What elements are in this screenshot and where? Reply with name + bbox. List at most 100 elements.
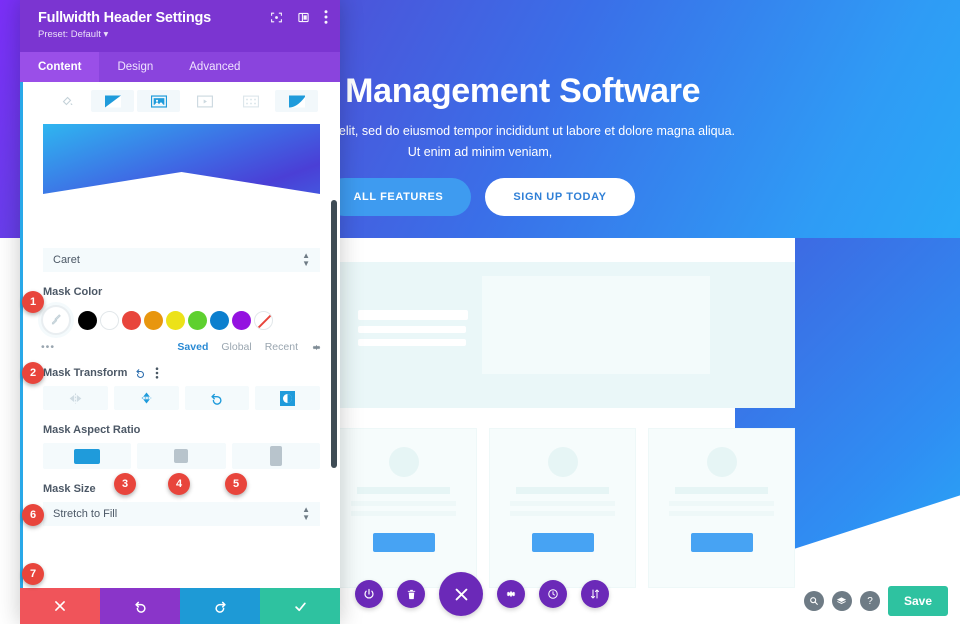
more-vertical-icon[interactable] [324,10,328,24]
mask-transform-buttons [23,386,340,410]
trash-button[interactable] [397,580,425,608]
chevron-updown-icon: ▲ ▼ [302,251,310,268]
color-tab-recent[interactable]: Recent [265,341,298,353]
close-builder-button[interactable] [439,572,483,616]
swatch-black[interactable] [78,310,97,330]
transform-more-icon[interactable] [155,367,159,379]
layers-icon[interactable] [831,591,852,611]
flip-vertical-button[interactable] [113,386,179,410]
modal-scrollbar[interactable] [331,200,337,468]
color-settings-gear-icon[interactable] [311,342,322,353]
content-section [330,238,795,408]
mask-size-select[interactable]: Stretch to Fill ▲ ▼ [43,502,320,526]
modal-header-icons [270,10,328,24]
mask-transform-label-row: Mask Transform [43,367,320,379]
color-tab-global[interactable]: Global [221,341,251,353]
background-video-icon[interactable] [183,90,226,112]
annotation-badge-4: 4 [168,473,190,495]
tab-design[interactable]: Design [99,52,171,82]
placeholder-line [358,326,466,333]
builder-right-tools: ? Save [803,586,948,616]
feature-card [330,428,477,588]
placeholder-line [358,310,468,320]
placeholder-line [669,511,774,516]
flip-horizontal-button[interactable] [43,386,108,410]
mask-preview [43,124,320,194]
swatch-white[interactable] [100,310,119,330]
placeholder-line [675,487,768,494]
reorder-button[interactable] [581,580,609,608]
settings-button[interactable] [497,580,525,608]
more-colors-button[interactable]: ••• [41,341,55,353]
feature-card-button[interactable] [372,533,435,552]
aspect-ratio-landscape-button[interactable] [43,443,132,469]
swatch-green[interactable] [188,310,207,330]
confirm-save-button[interactable] [260,588,340,624]
feature-cards-row [330,428,795,588]
feature-icon-placeholder [547,447,578,477]
mask-aspect-ratio-label: Mask Aspect Ratio [43,424,141,436]
swatch-blue[interactable] [210,310,229,330]
tab-content[interactable]: Content [20,52,100,82]
placeholder-line [351,501,456,506]
aspect-ratio-portrait-button[interactable] [231,443,320,469]
background-type-tabs [23,82,340,122]
aspect-ratio-square-button[interactable] [137,443,226,469]
swatch-purple[interactable] [232,310,251,330]
mask-color-swatches [23,305,340,335]
power-button[interactable] [355,580,383,608]
undo-button[interactable] [100,588,180,624]
swatch-meta-row: ••• Saved Global Recent [23,335,340,353]
divi-builder-toolbar [355,572,609,616]
feature-card-button[interactable] [690,533,753,552]
redo-button[interactable] [180,588,260,624]
background-mask-icon[interactable] [275,90,318,112]
mask-style-select[interactable]: Caret ▲ ▼ [43,248,320,272]
help-icon[interactable]: ? [859,591,880,611]
focus-icon[interactable] [270,11,283,24]
reset-icon[interactable] [135,367,147,379]
history-button[interactable] [539,580,567,608]
annotation-badge-6: 6 [22,504,44,526]
tab-advanced[interactable]: Advanced [171,52,258,82]
search-icon[interactable] [803,591,824,611]
invert-button[interactable] [255,386,320,410]
modal-preset-selector[interactable]: Preset: Default ▾ [38,29,326,40]
cancel-button[interactable] [20,588,100,624]
placeholder-line [358,339,466,346]
rotate-button[interactable] [184,386,250,410]
placeholder-line [357,487,450,494]
modal-scroll-area: Caret ▲ ▼ Mask Color ••• Saved Global Re… [20,82,340,588]
feature-card-button[interactable] [531,533,594,552]
background-gradient-icon[interactable] [91,90,134,112]
annotation-badge-3: 3 [114,473,136,495]
mask-size-value: Stretch to Fill [53,508,118,520]
annotation-badge-1: 1 [22,291,44,313]
mask-color-label: Mask Color [43,286,103,298]
background-color-icon[interactable] [45,90,88,112]
color-picker-button[interactable] [41,305,71,335]
background-pattern-icon[interactable] [229,90,272,112]
feature-card [648,428,795,588]
feature-icon-placeholder [706,447,737,477]
modal-action-bar [20,588,340,624]
placeholder-line [510,501,615,506]
swatch-red[interactable] [122,310,141,330]
swatch-none[interactable] [254,310,273,330]
background-image-icon[interactable] [137,90,180,112]
placeholder-line [510,511,615,516]
save-button[interactable]: Save [887,586,948,616]
mask-aspect-ratio-options [23,443,340,469]
split-panel-icon[interactable] [297,11,310,24]
feature-card [489,428,636,588]
chevron-updown-icon: ▲ ▼ [302,505,310,522]
content-placeholder [330,262,795,408]
mask-transform-label: Mask Transform [43,367,128,379]
annotation-badge-5: 5 [225,473,247,495]
swatch-orange[interactable] [144,310,163,330]
color-tab-saved[interactable]: Saved [177,341,208,353]
swatch-yellow[interactable] [166,310,185,330]
sign-up-today-button[interactable]: SIGN UP TODAY [485,178,635,216]
all-features-button[interactable]: ALL FEATURES [325,178,472,216]
modal-header: Fullwidth Header Settings Preset: Defaul… [20,0,340,52]
